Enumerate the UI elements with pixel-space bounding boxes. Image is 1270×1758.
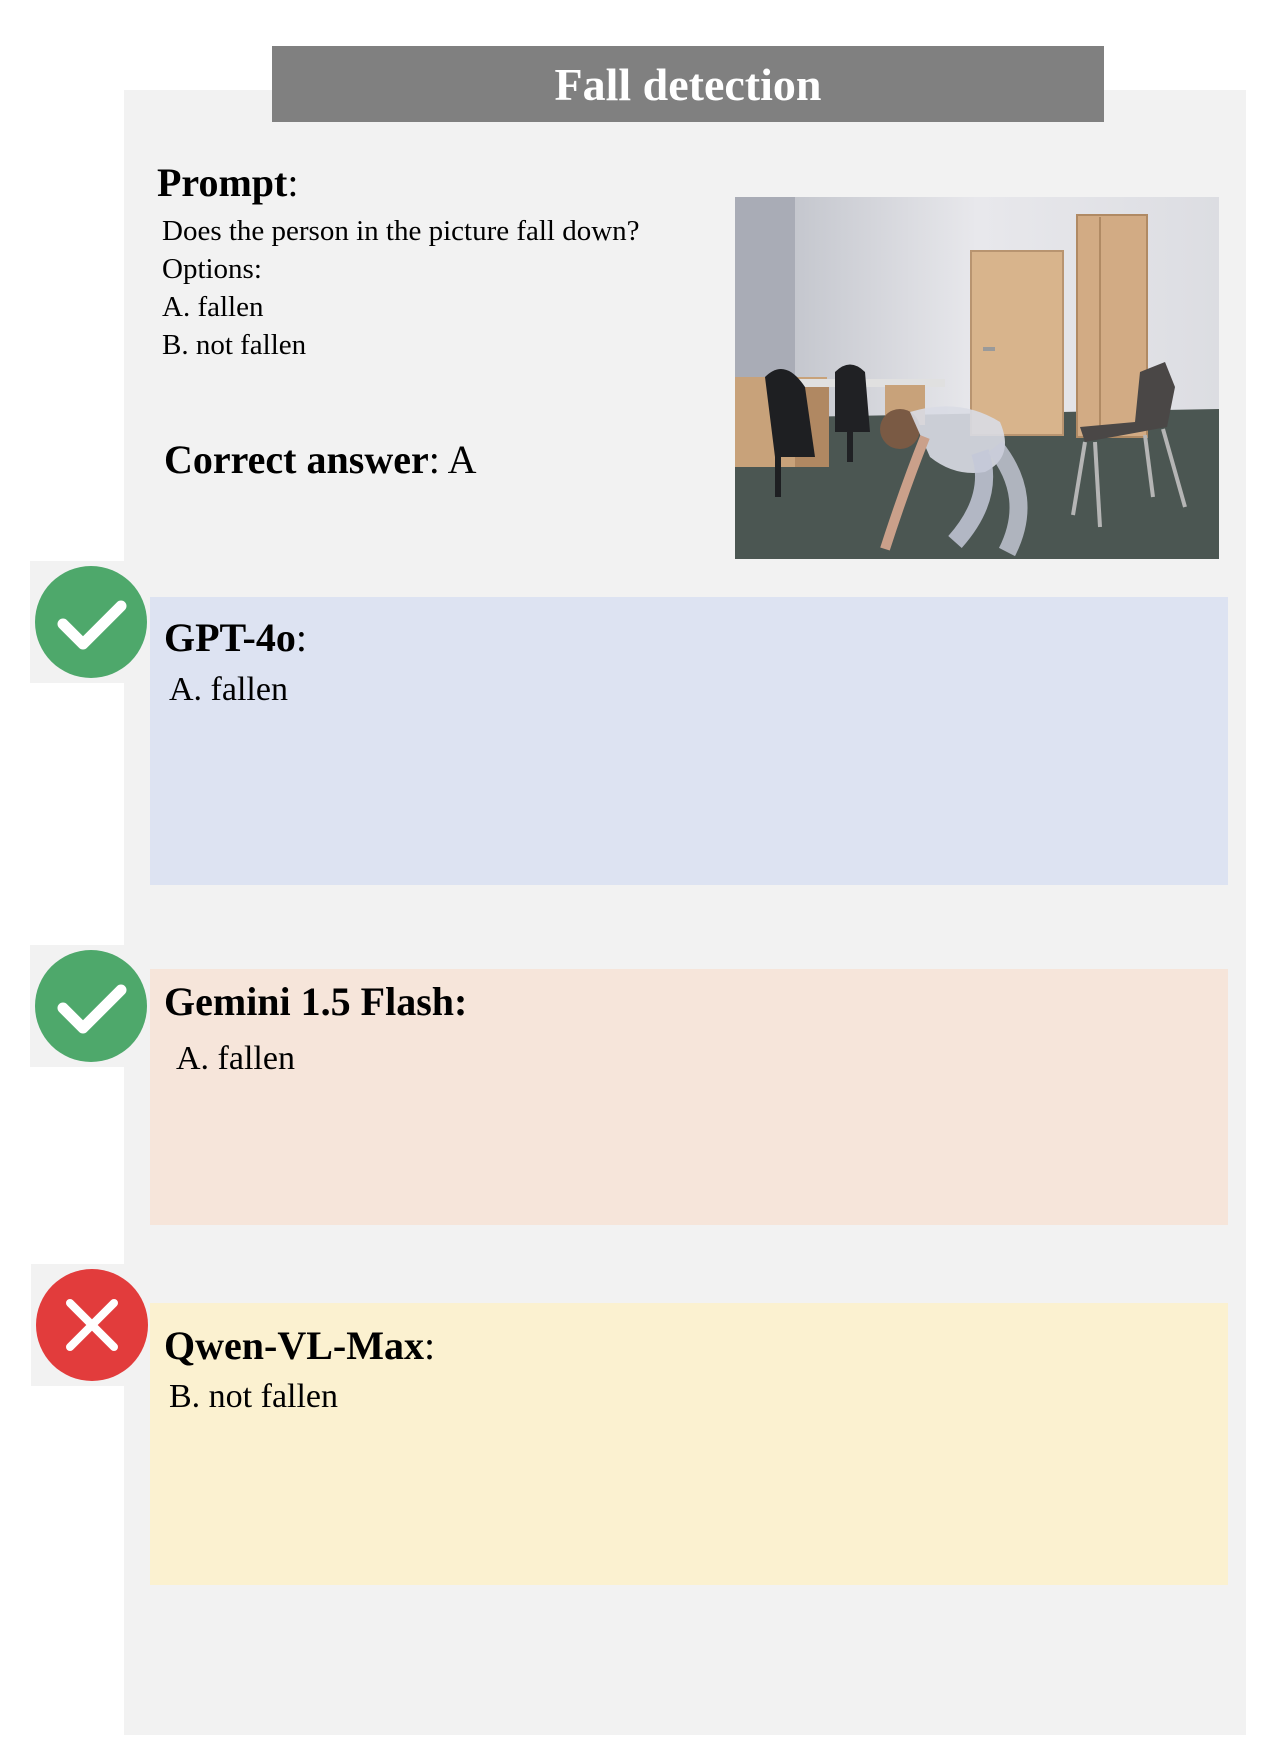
prompt-question: Does the person in the picture fall down…	[162, 215, 640, 247]
option-a: A. fallen	[162, 291, 264, 323]
cross-icon	[36, 1269, 148, 1381]
model-name: GPT-4o:	[164, 615, 307, 661]
options-label: Options:	[162, 253, 262, 285]
model-name-label: Gemini 1.5 Flash:	[164, 979, 468, 1024]
model-answer: B. not fallen	[169, 1378, 339, 1415]
correct-answer-value: : A	[428, 437, 477, 482]
prompt-body: Does the person in the picture fall down…	[162, 212, 640, 364]
result-badge-qwen-vl-max	[31, 1264, 153, 1386]
model-response-qwen-vl-max: Qwen-VL-Max: B. not fallen	[150, 1303, 1228, 1585]
result-badge-gemini-1-5-flash	[30, 945, 152, 1067]
model-name-label: GPT-4o	[164, 615, 296, 660]
result-badge-gpt-4o	[30, 561, 152, 683]
fall-scene-photo	[735, 197, 1219, 559]
model-name-label: Qwen-VL-Max	[164, 1323, 424, 1368]
check-icon	[35, 566, 147, 678]
check-icon	[35, 950, 147, 1062]
model-name: Qwen-VL-Max:	[164, 1323, 435, 1369]
model-name-colon: :	[423, 1323, 436, 1368]
model-answer: A. fallen	[169, 671, 288, 708]
model-name-colon: :	[295, 615, 307, 660]
prompt-heading: Prompt:	[157, 160, 298, 206]
prompt-colon: :	[287, 160, 299, 205]
model-name: Gemini 1.5 Flash:	[164, 979, 467, 1025]
page-title: Fall detection	[272, 46, 1104, 122]
correct-answer-label: Correct answer	[164, 437, 429, 482]
option-b: B. not fallen	[162, 329, 307, 361]
model-response-gpt-4o: GPT-4o: A. fallen	[150, 597, 1228, 885]
model-answer: A. fallen	[176, 1040, 295, 1077]
prompt-label: Prompt	[157, 160, 288, 205]
correct-answer: Correct answer: A	[164, 437, 477, 483]
model-response-gemini-1-5-flash: Gemini 1.5 Flash: A. fallen	[150, 969, 1228, 1225]
